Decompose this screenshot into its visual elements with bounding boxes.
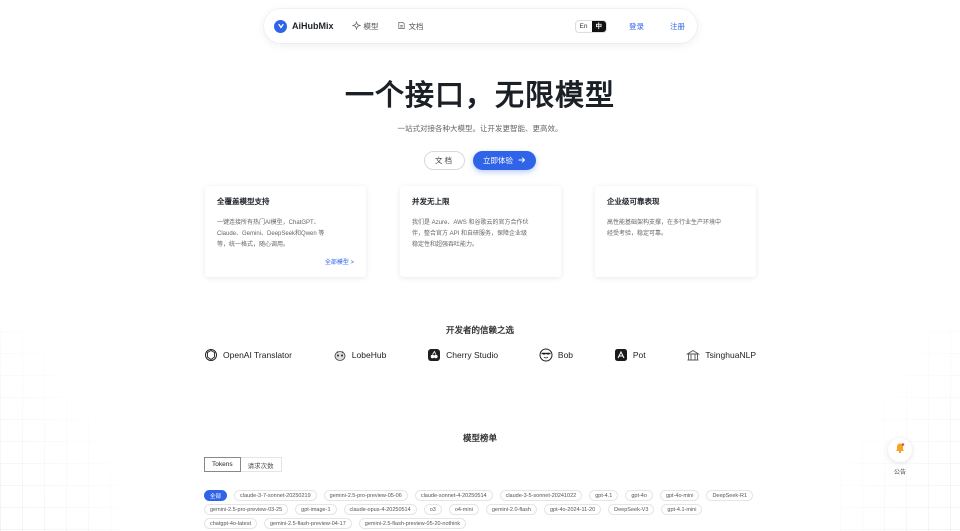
top-nav: AiHubMix 模型 文档 En 中 登录 注册 bbox=[264, 9, 697, 43]
model-tag[interactable]: gpt-image-1 bbox=[295, 504, 337, 515]
hero-title: 一个接口，无限模型 bbox=[344, 80, 615, 112]
feature-title: 全覆盖模型支持 bbox=[217, 197, 270, 206]
feature-body-line: 我们是 Azure、AWS 和谷歌云的官方合作伙 bbox=[412, 220, 529, 226]
partner-pot[interactable]: Pot bbox=[614, 348, 646, 362]
try-now-button[interactable]: 立即体验 bbox=[473, 151, 536, 170]
sparkle-icon bbox=[351, 20, 361, 32]
docs-button-label: 文档 bbox=[435, 156, 454, 165]
feature-body-line: 伴，整合官方 API 和自研服务，保障企业级 bbox=[412, 231, 528, 237]
partner-lobehub[interactable]: LobeHub bbox=[333, 348, 387, 362]
arrow-right-icon bbox=[518, 156, 526, 166]
nav-link-docs-label: 文档 bbox=[408, 21, 424, 31]
feature-body: 一键连接所有热门AI模型，ChatGPT、 Claude、Gemini、Deep… bbox=[217, 218, 354, 251]
partner-name: LobeHub bbox=[351, 350, 387, 360]
partner-list: OpenAI Translator LobeHub Cherry Studio … bbox=[204, 348, 756, 362]
bob-icon bbox=[539, 348, 553, 362]
leaderboard-tabs: Tokens 请求次数 bbox=[204, 457, 282, 472]
model-tag[interactable]: DeepSeek-V3 bbox=[608, 504, 655, 515]
notice-float[interactable]: 公告 bbox=[887, 438, 913, 476]
register-link[interactable]: 注册 bbox=[670, 21, 685, 32]
model-tag[interactable]: o4-mini bbox=[448, 504, 479, 515]
lang-en[interactable]: En bbox=[576, 21, 592, 32]
tsinghua-icon bbox=[686, 348, 701, 362]
model-tag[interactable]: o3 bbox=[423, 504, 442, 515]
model-tag[interactable]: gpt-4o-2024-11-20 bbox=[544, 504, 602, 515]
nav-link-models-label: 模型 bbox=[363, 21, 379, 31]
hero-buttons: 文档 立即体验 bbox=[0, 151, 960, 170]
model-tag[interactable]: gemini-2.5-flash-preview-04-17 bbox=[263, 518, 352, 529]
doc-icon bbox=[397, 21, 406, 32]
docs-button[interactable]: 文档 bbox=[424, 151, 465, 170]
partner-name: OpenAI Translator bbox=[223, 350, 292, 360]
bell-icon bbox=[894, 441, 906, 459]
hero-subtitle: 一站式对接各种大模型。让开发更智能、更高效。 bbox=[397, 124, 563, 133]
openai-icon bbox=[204, 348, 218, 362]
partner-openai-translator[interactable]: OpenAI Translator bbox=[204, 348, 292, 362]
nav-link-docs[interactable]: 文档 bbox=[397, 21, 424, 32]
background-grid-right bbox=[840, 331, 960, 531]
feature-body-line: 高性能基础架构支撑，在多行业生产环境中 bbox=[607, 220, 722, 226]
feature-body: 高性能基础架构支撑，在多行业生产环境中 经受考验，稳定可靠。 bbox=[607, 218, 744, 240]
model-tag[interactable]: gpt-4.1 bbox=[589, 490, 619, 501]
feature-cards: 全覆盖模型支持 一键连接所有热门AI模型，ChatGPT、 Claude、Gem… bbox=[205, 186, 756, 277]
feature-body-line: 一键连接所有热门AI模型，ChatGPT、 bbox=[217, 220, 320, 226]
model-tag[interactable]: claude-3-7-sonnet-20250219 bbox=[234, 490, 317, 501]
model-tag[interactable]: claude-opus-4-20250514 bbox=[343, 504, 417, 515]
brand[interactable]: AiHubMix bbox=[274, 19, 334, 33]
brand-logo-icon bbox=[274, 19, 287, 33]
feature-title: 企业级可靠表现 bbox=[607, 197, 660, 206]
model-tag[interactable]: claude-sonnet-4-20250514 bbox=[414, 490, 493, 501]
feature-card-coverage: 全覆盖模型支持 一键连接所有热门AI模型，ChatGPT、 Claude、Gem… bbox=[205, 186, 366, 277]
model-tag[interactable]: DeepSeek-R1 bbox=[706, 490, 753, 501]
brand-name: AiHubMix bbox=[292, 21, 334, 31]
notice-button[interactable] bbox=[888, 438, 912, 462]
language-switch[interactable]: En 中 bbox=[574, 19, 607, 33]
tag-all[interactable]: 全部 bbox=[204, 490, 228, 501]
model-tag[interactable]: gpt-4o bbox=[625, 490, 653, 501]
feature-body-line: Claude、Gemini、DeepSeek和Qwen 等 bbox=[217, 231, 325, 237]
login-link[interactable]: 登录 bbox=[629, 21, 644, 32]
feature-body-line: 经受考验，稳定可靠。 bbox=[607, 231, 668, 237]
leaderboard-title: 模型榜单 bbox=[462, 433, 497, 443]
partner-tsinghuanlp[interactable]: TsinghuaNLP bbox=[686, 348, 756, 362]
partner-name: Bob bbox=[557, 350, 574, 360]
model-tag[interactable]: gpt-4o-mini bbox=[659, 490, 700, 501]
cherry-studio-icon bbox=[427, 348, 441, 362]
lang-zh[interactable]: 中 bbox=[591, 20, 606, 32]
background-grid-left bbox=[0, 331, 120, 531]
model-tag[interactable]: claude-3-5-sonnet-20241022 bbox=[499, 490, 583, 501]
all-models-link[interactable]: 全部模型 > bbox=[325, 257, 354, 266]
model-tag[interactable]: gemini-2.0-flash bbox=[485, 504, 537, 515]
model-tag[interactable]: gpt-4.1-mini bbox=[661, 504, 703, 515]
feature-card-reliability: 企业级可靠表现 高性能基础架构支撑，在多行业生产环境中 经受考验，稳定可靠。 bbox=[595, 186, 756, 277]
feature-body-line: 稳定性和超强吞吐能力。 bbox=[412, 242, 479, 248]
feature-card-concurrency: 并发无上限 我们是 Azure、AWS 和谷歌云的官方合作伙 伴，整合官方 AP… bbox=[400, 186, 561, 277]
nav-link-models[interactable]: 模型 bbox=[351, 20, 379, 32]
feature-title: 并发无上限 bbox=[412, 197, 450, 206]
tab-tokens[interactable]: Tokens bbox=[204, 457, 241, 472]
model-tag[interactable]: gemini-2.5-pro-preview-03-25 bbox=[204, 504, 289, 515]
model-filter-tags: 全部 claude-3-7-sonnet-20250219 gemini-2.5-p… bbox=[204, 490, 756, 529]
partner-name: Cherry Studio bbox=[446, 350, 499, 360]
model-tag[interactable]: chatgpt-4o-latest bbox=[204, 518, 257, 529]
notice-label: 公告 bbox=[893, 470, 906, 476]
partner-name: TsinghuaNLP bbox=[705, 350, 756, 360]
partner-cherry-studio[interactable]: Cherry Studio bbox=[427, 348, 498, 362]
feature-body: 我们是 Azure、AWS 和谷歌云的官方合作伙 伴，整合官方 API 和自研服… bbox=[412, 218, 549, 251]
lobehub-icon bbox=[333, 348, 347, 362]
trusted-title: 开发者的信赖之选 bbox=[445, 325, 514, 335]
partner-bob[interactable]: Bob bbox=[539, 348, 573, 362]
model-tag[interactable]: gemini-2.5-flash-preview-05-20-nothink bbox=[358, 518, 467, 529]
model-tag[interactable]: gemini-2.5-pro-preview-05-06 bbox=[323, 490, 408, 501]
partner-name: Pot bbox=[632, 350, 646, 360]
tab-requests[interactable]: 请求次数 bbox=[240, 457, 282, 472]
feature-body-line: 等，统一格式，随心调用。 bbox=[217, 242, 290, 248]
try-now-button-label: 立即体验 bbox=[483, 156, 513, 165]
pot-icon bbox=[614, 348, 628, 362]
